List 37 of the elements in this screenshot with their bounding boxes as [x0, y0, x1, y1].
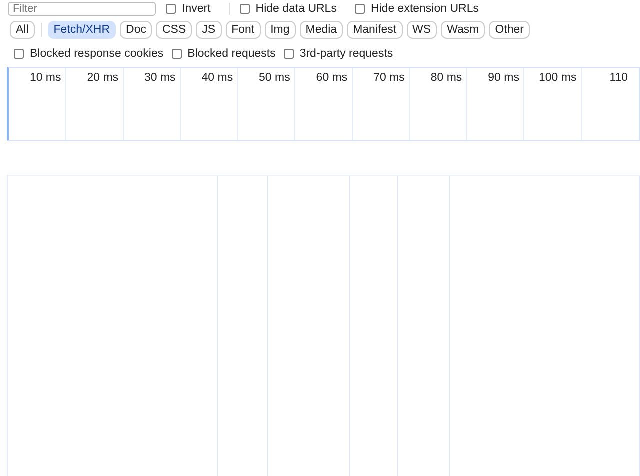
type-filter-chip[interactable]: CSS	[156, 21, 192, 39]
checkbox[interactable]	[172, 49, 182, 59]
time-tick-label: 20 ms	[87, 72, 119, 86]
time-tick-label: 90 ms	[488, 72, 520, 86]
time-tick-label: 80 ms	[430, 72, 462, 86]
type-filter-chip[interactable]: Media	[300, 21, 344, 39]
filter-field[interactable]: Filter	[8, 2, 156, 16]
checkbox-label: Invert	[182, 3, 211, 15]
type-filter-chip[interactable]: All	[10, 21, 35, 39]
checkbox-label: 3rd-party requests	[300, 48, 394, 60]
checkbox[interactable]	[14, 49, 24, 59]
time-tick-label: 100 ms	[539, 72, 577, 86]
checkbox[interactable]	[166, 4, 176, 14]
type-filter-chip[interactable]: Manifest	[347, 21, 403, 39]
timeline-overview[interactable]: 10 ms 20 ms 30 ms 40 ms 50 ms 60 ms 70 ms 80 ms 90 ms 100 ms 110	[7, 67, 640, 141]
time-tick-label: 30 ms	[144, 72, 176, 86]
type-filter-chip[interactable]: Doc	[120, 21, 152, 39]
type-filter-chip[interactable]: Fetch/XHR	[48, 21, 116, 39]
checkbox[interactable]	[354, 4, 365, 14]
checkbox-label: Hide extension URLs	[370, 3, 479, 15]
checkbox-label: Blocked requests	[188, 48, 276, 60]
time-tick-label: 50 ms	[259, 72, 290, 86]
time-tick-label: 40 ms	[202, 72, 234, 86]
type-filter-chip[interactable]: Wasm	[441, 21, 486, 39]
type-filter-chip[interactable]: WS	[406, 21, 438, 39]
type-filter-chip[interactable]: Img	[264, 21, 296, 39]
time-tick-label: 70 ms	[374, 72, 405, 86]
time-tick-label: 110	[610, 72, 628, 86]
type-filter-chip[interactable]: Font	[226, 21, 261, 39]
checkbox-label: Blocked response cookies	[30, 48, 164, 60]
checkbox[interactable]	[284, 49, 294, 59]
checkbox[interactable]	[240, 4, 250, 14]
type-filter-chip[interactable]: Other	[489, 21, 530, 39]
time-tick-label: 60 ms	[316, 72, 348, 86]
type-filter-chip[interactable]: JS	[196, 21, 222, 39]
checkbox-label: Hide data URLs	[256, 3, 337, 15]
time-tick-label: 10 ms	[30, 72, 62, 86]
